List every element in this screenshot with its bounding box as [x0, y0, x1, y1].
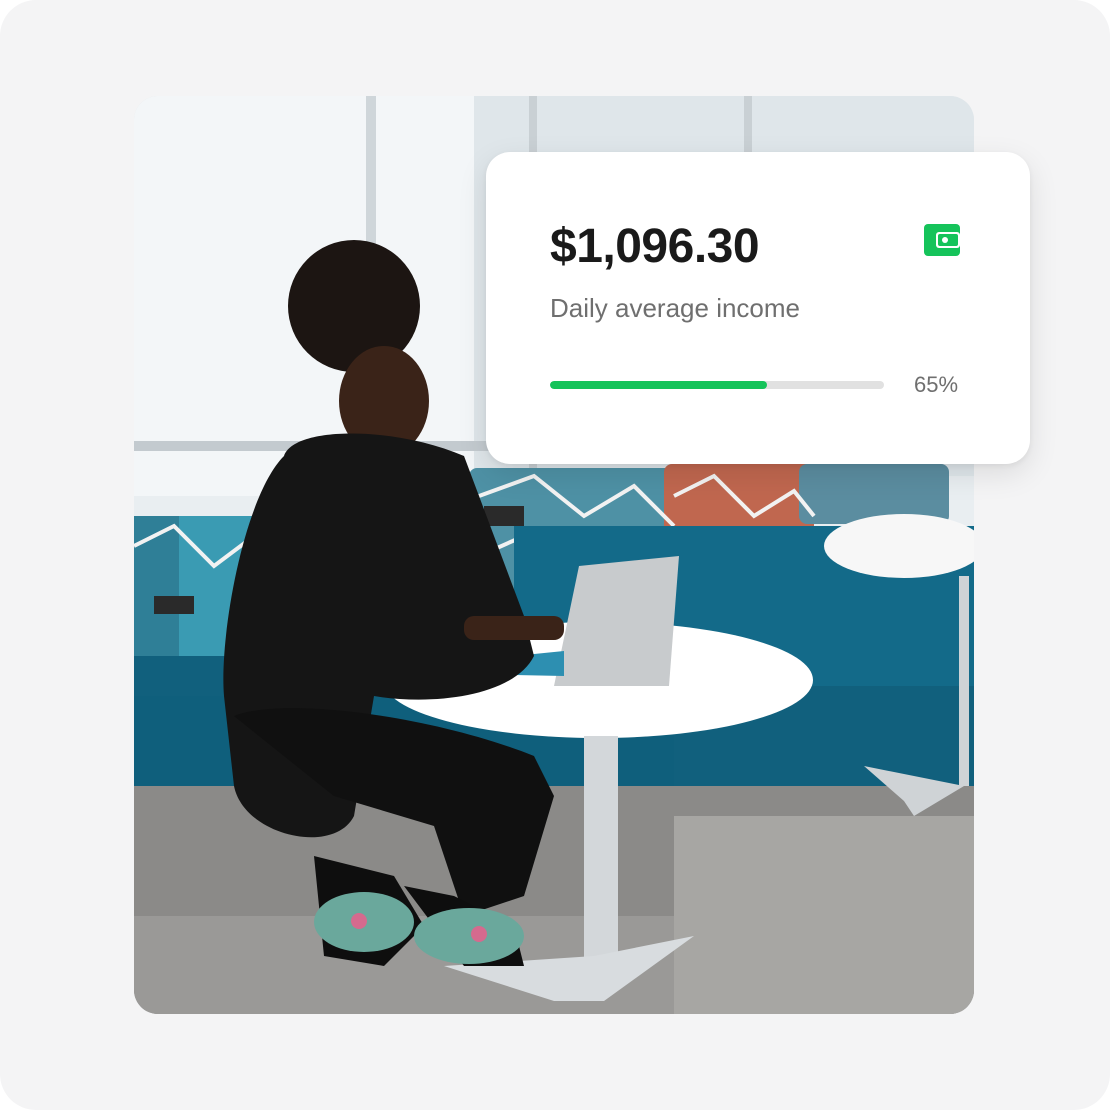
income-progress-bar — [550, 381, 884, 389]
income-progress-percent: 65% — [914, 372, 959, 397]
income-card: $1,096.30 Daily average income 65% — [486, 152, 1030, 464]
income-amount: $1,096.30 — [550, 220, 760, 273]
page-background: $1,096.30 Daily average income 65% — [0, 0, 1110, 1110]
wallet-icon — [922, 220, 962, 260]
income-progress-fill — [550, 381, 768, 389]
income-label: Daily average income — [550, 293, 801, 323]
